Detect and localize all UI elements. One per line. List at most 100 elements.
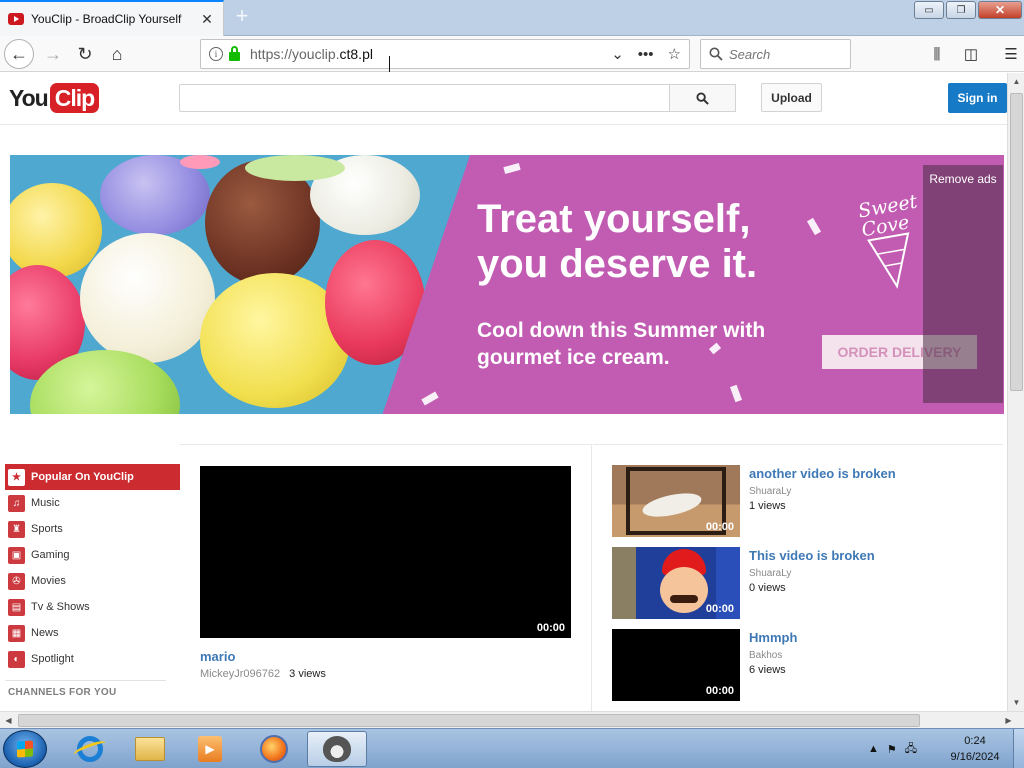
sidebar-item-spotlight[interactable]: ◐ Spotlight [5, 646, 180, 672]
video-views: 1 views [749, 500, 786, 512]
sidebar-item-popular[interactable]: ★ Popular On YouClip [5, 464, 180, 490]
sign-in-button[interactable]: Sign in [948, 83, 1007, 113]
restore-button[interactable]: ❐ [946, 1, 976, 19]
video-title[interactable]: This video is broken [749, 548, 875, 563]
upload-button[interactable]: Upload [761, 83, 822, 112]
browser-search-input[interactable] [729, 46, 829, 62]
taskbar-firefox[interactable] [246, 731, 302, 767]
back-button[interactable]: ← [4, 39, 34, 69]
site-search-button[interactable] [670, 84, 736, 112]
ad-headline: Treat yourself, you deserve it. [477, 197, 897, 287]
featured-video-views: 3 views [289, 668, 326, 680]
sidebar-item-music[interactable]: ♫ Music [5, 490, 180, 516]
bookmark-star-icon[interactable]: ☆ [668, 45, 681, 63]
sidebar-icon: ◫ [963, 46, 979, 63]
taskbar-file-explorer[interactable] [122, 731, 178, 767]
sidebar-item-label: Sports [31, 523, 63, 535]
start-button[interactable] [3, 730, 47, 768]
url-text[interactable]: https://youclip.ct8.pl [250, 46, 611, 62]
back-arrow-icon: ← [10, 43, 28, 64]
site-search-input[interactable] [179, 84, 670, 112]
list-item[interactable]: 00:00 This video is broken ShuaraLy 0 vi… [612, 547, 992, 619]
taskbar-clock[interactable]: 0:24 9/16/2024 [940, 733, 1010, 765]
horizontal-scrollbar[interactable]: ◀ ▶ [0, 711, 1024, 728]
site-header: You Clip Upload Sign in [0, 73, 1007, 125]
video-thumbnail[interactable]: 00:00 [612, 629, 740, 701]
media-player-icon: ▶ [198, 736, 222, 762]
remove-ads-overlay[interactable]: Remove ads [923, 165, 1003, 403]
video-thumbnail[interactable]: 00:00 [612, 465, 740, 537]
vertical-scrollbar[interactable]: ▲ ▼ [1007, 73, 1024, 711]
video-duration: 00:00 [705, 521, 734, 533]
video-title[interactable]: another video is broken [749, 466, 896, 481]
tab-title: YouClip - BroadClip Yourself [31, 12, 182, 26]
video-channel[interactable]: ShuaraLy [749, 568, 791, 579]
search-icon [696, 91, 709, 105]
taskbar-media-player[interactable]: ▶ [182, 731, 238, 767]
url-actions: ⌄ ••• ☆ [611, 45, 681, 64]
sidebar-item-label: Music [31, 497, 60, 509]
horizontal-scroll-thumb[interactable] [18, 714, 920, 727]
video-duration: 00:00 [705, 603, 734, 615]
minimize-button[interactable]: ▭ [914, 1, 944, 19]
browser-search-bar[interactable] [700, 39, 851, 69]
new-tab-button[interactable]: + [230, 5, 254, 29]
sidebar-item-gaming[interactable]: ▣ Gaming [5, 542, 180, 568]
network-icon[interactable]: 🖧 [905, 740, 917, 759]
headphones-icon: ♫ [8, 494, 25, 512]
list-item[interactable]: 00:00 Hmmph Bakhos 6 views [612, 629, 992, 701]
scroll-down-icon[interactable]: ▼ [1008, 694, 1024, 711]
chevron-down-icon[interactable]: ⌄ [611, 45, 624, 63]
youclip-logo[interactable]: You Clip [9, 83, 100, 113]
sidebar-item-movies[interactable]: ✇ Movies [5, 568, 180, 594]
url-prefix: https://youclip. [250, 46, 340, 62]
remove-ads-label: Remove ads [929, 172, 997, 186]
related-videos-panel: 00:00 another video is broken ShuaraLy 1… [593, 444, 1003, 711]
sidebar-item-label: Spotlight [31, 653, 74, 665]
vertical-scroll-thumb[interactable] [1010, 93, 1023, 391]
browser-tab[interactable]: YouClip - BroadClip Yourself ✕ [0, 0, 224, 36]
page-actions-icon[interactable]: ••• [638, 46, 654, 63]
tab-close-icon[interactable]: ✕ [199, 11, 215, 28]
show-hidden-icons-icon[interactable]: ▲ [868, 743, 879, 755]
minimize-icon: ▭ [924, 4, 934, 16]
sidebar-divider [5, 680, 166, 681]
featured-video-channel[interactable]: MickeyJr096762 [200, 668, 280, 680]
taskbar-internet-explorer[interactable] [62, 731, 118, 767]
library-button[interactable]: ⫼ [920, 39, 954, 69]
video-thumbnail[interactable]: 00:00 [612, 547, 740, 619]
gamepad-icon: ▣ [8, 546, 25, 564]
text-cursor-icon [389, 56, 395, 72]
featured-video-title[interactable]: mario [200, 649, 235, 664]
reload-button[interactable]: ↻ [70, 39, 100, 69]
sidebar-item-news[interactable]: ▦ News [5, 620, 180, 646]
spotlight-icon: ◐ [8, 650, 25, 668]
scroll-up-icon[interactable]: ▲ [1008, 73, 1024, 90]
forward-button[interactable]: → [38, 39, 68, 69]
home-button[interactable]: ⌂ [102, 39, 132, 69]
video-title[interactable]: Hmmph [749, 630, 797, 645]
browser-tab-strip: YouClip - BroadClip Yourself ✕ + ▭ ❐ ✕ [0, 0, 1024, 36]
list-item[interactable]: 00:00 another video is broken ShuaraLy 1… [612, 465, 992, 537]
show-desktop-button[interactable] [1013, 729, 1024, 768]
video-channel[interactable]: Bakhos [749, 650, 782, 661]
scroll-right-icon[interactable]: ▶ [1000, 712, 1017, 729]
sidebar-item-sports[interactable]: ♜ Sports [5, 516, 180, 542]
star-icon: ★ [8, 468, 25, 486]
menu-button[interactable]: ☰ [994, 39, 1024, 69]
url-bar[interactable]: i https://youclip.ct8.pl ⌄ ••• ☆ [200, 39, 690, 69]
site-info-icon[interactable]: i [209, 47, 223, 61]
taskbar-active-app[interactable] [307, 731, 367, 767]
video-duration: 00:00 [705, 685, 734, 697]
sidebar-item-tv-shows[interactable]: ▤ Tv & Shows [5, 594, 180, 620]
close-window-button[interactable]: ✕ [978, 1, 1022, 19]
ad-banner[interactable]: Treat yourself, you deserve it. Cool dow… [10, 155, 1004, 414]
video-channel[interactable]: ShuaraLy [749, 486, 791, 497]
logo-you-text: You [9, 84, 49, 111]
action-center-flag-icon[interactable]: ⚑ [887, 743, 897, 756]
newspaper-icon: ▦ [8, 624, 25, 642]
restore-icon: ❐ [956, 4, 966, 16]
featured-video-thumbnail[interactable]: 00:00 [200, 466, 571, 638]
sidebar-toggle-button[interactable]: ◫ [954, 39, 988, 69]
scroll-left-icon[interactable]: ◀ [0, 712, 17, 729]
